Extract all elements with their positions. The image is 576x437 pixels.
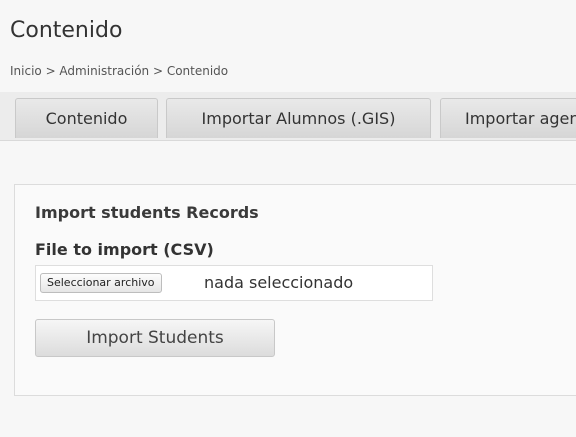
file-input: Seleccionar archivo nada seleccionado [35, 265, 433, 301]
breadcrumb: Inicio > Administración > Contenido [10, 64, 229, 78]
tab-importar-alumnos[interactable]: Importar Alumnos (.GIS) [166, 98, 431, 138]
file-to-import-label: File to import (CSV) [35, 240, 214, 259]
import-students-button[interactable]: Import Students [35, 319, 275, 357]
tab-contenido[interactable]: Contenido [15, 98, 158, 138]
import-panel: Import students Records File to import (… [14, 184, 576, 396]
page-title: Contenido [10, 18, 123, 43]
tab-importar-agendas[interactable]: Importar agendas [440, 98, 576, 138]
tab-bar: Contenido Importar Alumnos (.GIS) Import… [0, 92, 576, 141]
section-heading: Import students Records [35, 203, 259, 222]
choose-file-button[interactable]: Seleccionar archivo [40, 273, 162, 293]
file-status-text: nada seleccionado [204, 273, 354, 292]
